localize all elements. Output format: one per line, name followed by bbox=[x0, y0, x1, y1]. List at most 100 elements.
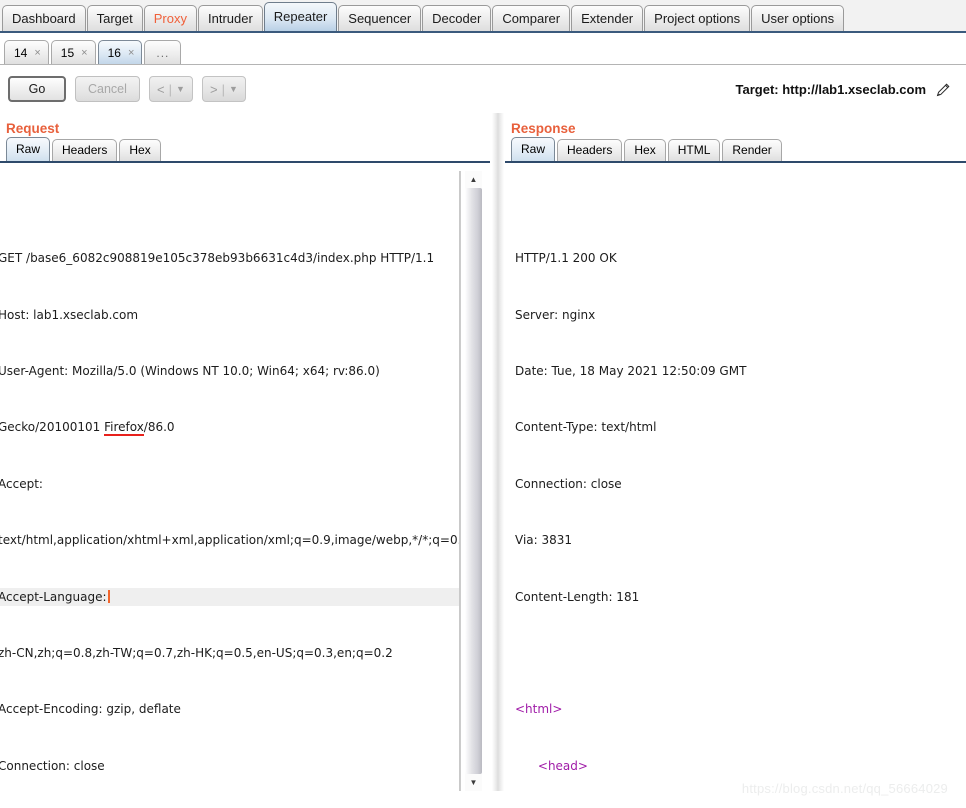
chevron-right-icon: > bbox=[209, 81, 218, 97]
main-tab-target[interactable]: Target bbox=[86, 5, 143, 31]
response-pane: Response Raw Headers Hex HTML Render HTT… bbox=[505, 113, 966, 791]
request-tab-headers[interactable]: Headers bbox=[52, 139, 118, 161]
repeater-tab-label: 15 bbox=[60, 45, 75, 60]
pane-splitter[interactable] bbox=[492, 113, 504, 791]
main-tab-label: Comparer bbox=[502, 11, 561, 26]
target-label: Target: http://lab1.xseclab.com bbox=[735, 81, 926, 97]
response-editor[interactable]: HTTP/1.1 200 OK Server: nginx Date: Tue,… bbox=[511, 171, 966, 791]
close-icon[interactable]: × bbox=[34, 41, 40, 65]
main-tab-project-options[interactable]: Project options bbox=[644, 5, 751, 31]
text-cursor bbox=[107, 589, 110, 603]
request-line: Connection: close bbox=[0, 758, 105, 773]
tab-label: Headers bbox=[62, 143, 108, 157]
scroll-up-icon[interactable]: ▲ bbox=[465, 171, 482, 188]
request-editor[interactable]: GET /base6_6082c908819e105c378eb93b6631c… bbox=[0, 171, 460, 791]
response-line: Content-Type: text/html bbox=[515, 420, 657, 435]
chevron-left-icon: < bbox=[156, 81, 165, 97]
request-line-text: Accept-Language: bbox=[0, 589, 107, 604]
request-line: zh-CN,zh;q=0.8,zh-TW;q=0.7,zh-HK;q=0.5,e… bbox=[0, 645, 393, 660]
main-tab-label: Target bbox=[96, 11, 133, 26]
request-line: Accept-Encoding: gzip, deflate bbox=[0, 702, 181, 717]
main-tab-label: Sequencer bbox=[348, 11, 412, 26]
tab-label: Render bbox=[732, 143, 772, 157]
cancel-button[interactable]: Cancel bbox=[75, 76, 140, 102]
scrollbar-thumb[interactable] bbox=[465, 188, 482, 774]
request-tab-hex[interactable]: Hex bbox=[119, 139, 161, 161]
tab-label: Raw bbox=[16, 142, 41, 156]
main-tab-decoder[interactable]: Decoder bbox=[422, 5, 492, 31]
ua-suffix: /86.0 bbox=[143, 420, 175, 435]
go-button-label: Go bbox=[28, 82, 46, 96]
close-icon[interactable]: × bbox=[128, 41, 134, 65]
response-title: Response bbox=[511, 121, 576, 136]
request-line: GET /base6_6082c908819e105c378eb93b6631c… bbox=[0, 251, 435, 266]
response-tab-headers[interactable]: Headers bbox=[557, 139, 623, 161]
repeater-toolbar: Go Cancel < | ▼ > | ▼ Target: http://lab… bbox=[0, 65, 966, 113]
tab-label: Raw bbox=[521, 142, 546, 156]
response-line: Via: 3831 bbox=[515, 533, 573, 548]
response-line: Server: nginx bbox=[515, 307, 596, 322]
scroll-down-icon[interactable]: ▼ bbox=[465, 774, 482, 791]
chevron-down-icon[interactable]: ▼ bbox=[176, 84, 185, 94]
tab-label: Hex bbox=[129, 143, 151, 157]
repeater-tab-14[interactable]: 14 × bbox=[4, 40, 49, 64]
main-tab-sequencer[interactable]: Sequencer bbox=[338, 5, 422, 31]
pencil-icon[interactable] bbox=[935, 81, 952, 98]
request-vertical-scrollbar[interactable]: ▲ ▼ bbox=[460, 171, 490, 791]
tab-label: Headers bbox=[567, 143, 613, 157]
response-tab-html[interactable]: HTML bbox=[667, 139, 721, 161]
response-line: Content-Length: 181 bbox=[515, 589, 640, 604]
request-tab-raw[interactable]: Raw bbox=[6, 137, 51, 161]
main-tab-bar: Dashboard Target Proxy Intruder Repeater… bbox=[0, 0, 966, 33]
response-tab-bar: Raw Headers Hex HTML Render bbox=[505, 137, 966, 163]
repeater-tab-label: 16 bbox=[107, 45, 121, 60]
main-tab-repeater[interactable]: Repeater bbox=[263, 2, 338, 31]
repeater-tab-16[interactable]: 16 × bbox=[97, 40, 143, 65]
main-tab-dashboard[interactable]: Dashboard bbox=[2, 5, 86, 31]
main-tab-label: Decoder bbox=[432, 11, 482, 26]
repeater-tab-overflow[interactable]: ... bbox=[144, 40, 182, 64]
target-area: Target: http://lab1.xseclab.com bbox=[736, 81, 958, 98]
response-tab-render[interactable]: Render bbox=[722, 139, 782, 161]
main-tab-comparer[interactable]: Comparer bbox=[492, 5, 571, 31]
response-line: Date: Tue, 18 May 2021 12:50:09 GMT bbox=[515, 363, 747, 378]
request-line-active: Accept-Language: bbox=[0, 587, 459, 607]
main-tab-label: Repeater bbox=[273, 9, 328, 24]
request-line: Host: lab1.xseclab.com bbox=[0, 307, 139, 322]
tab-label: Hex bbox=[634, 143, 656, 157]
main-tab-user-options[interactable]: User options bbox=[751, 5, 845, 31]
go-button[interactable]: Go bbox=[8, 76, 66, 102]
main-tab-label: Proxy bbox=[153, 11, 187, 26]
main-tab-extender[interactable]: Extender bbox=[571, 5, 644, 31]
response-blank-line bbox=[511, 644, 966, 663]
request-tab-bar: Raw Headers Hex bbox=[0, 137, 490, 163]
response-line: Connection: close bbox=[515, 476, 622, 491]
tab-label: HTML bbox=[677, 143, 711, 157]
main-tab-label: User options bbox=[761, 11, 835, 26]
response-tab-raw[interactable]: Raw bbox=[511, 137, 556, 161]
close-icon[interactable]: × bbox=[81, 41, 87, 65]
main-tab-intruder[interactable]: Intruder bbox=[197, 5, 263, 31]
repeater-tab-15[interactable]: 15 × bbox=[50, 40, 96, 65]
response-tab-hex[interactable]: Hex bbox=[624, 139, 666, 161]
repeater-tab-label: 14 bbox=[14, 45, 28, 60]
cancel-button-label: Cancel bbox=[88, 82, 127, 96]
button-separator: | bbox=[168, 81, 172, 97]
misspelled-word: Firefox bbox=[104, 420, 144, 437]
main-tab-label: Extender bbox=[581, 11, 634, 26]
tag-text: <head> bbox=[537, 758, 588, 773]
response-line: HTTP/1.1 200 OK bbox=[515, 251, 617, 266]
chevron-down-icon[interactable]: ▼ bbox=[229, 84, 238, 94]
back-button[interactable]: < | ▼ bbox=[148, 76, 193, 102]
repeater-tab-label: ... bbox=[156, 45, 170, 60]
forward-button[interactable]: > | ▼ bbox=[201, 76, 246, 102]
main-tab-label: Project options bbox=[654, 11, 741, 26]
response-body-line-html-open: <html> bbox=[515, 702, 563, 717]
main-tab-label: Dashboard bbox=[12, 11, 76, 26]
repeater-tab-bar: 14 × 15 × 16 × ... bbox=[0, 33, 966, 65]
main-tab-proxy[interactable]: Proxy bbox=[143, 5, 197, 31]
response-body-line-head-open: <head> bbox=[511, 757, 966, 776]
request-title: Request bbox=[6, 121, 60, 136]
ua-prefix: Gecko/20100101 bbox=[0, 420, 105, 435]
request-line: User-Agent: Mozilla/5.0 (Windows NT 10.0… bbox=[0, 363, 380, 378]
